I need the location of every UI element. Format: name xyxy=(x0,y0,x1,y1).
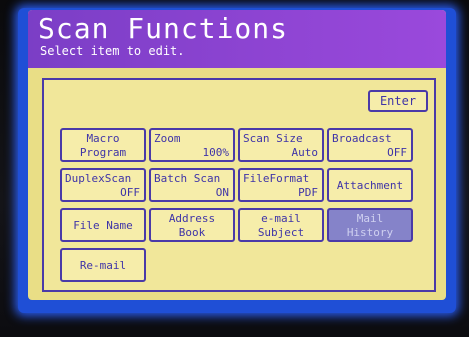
macro-program-button[interactable]: Macro Program xyxy=(60,128,146,162)
duplex-scan-label: DuplexScan xyxy=(65,172,132,185)
attachment-label: Attachment xyxy=(336,179,404,192)
file-name-label: File Name xyxy=(73,219,133,232)
file-format-label: FileFormat xyxy=(243,172,310,185)
macro-program-line2: Program xyxy=(79,146,127,159)
file-format-button[interactable]: FileFormat PDF xyxy=(238,168,324,202)
batch-scan-value: ON xyxy=(215,186,229,199)
touch-screen: Scan Functions Select item to edit. Ente… xyxy=(28,10,446,300)
zoom-label: Zoom xyxy=(154,132,181,145)
mail-history-line1: Mail xyxy=(356,212,384,225)
broadcast-button[interactable]: Broadcast OFF xyxy=(327,128,413,162)
attachment-button[interactable]: Attachment xyxy=(327,168,413,202)
address-book-button[interactable]: Address Book xyxy=(149,208,235,242)
email-subject-line2: Subject xyxy=(257,226,305,239)
page-subtitle: Select item to edit. xyxy=(40,44,185,58)
address-book-line1: Address xyxy=(168,212,216,225)
macro-program-line1: Macro xyxy=(86,132,120,145)
re-mail-button[interactable]: Re-mail xyxy=(60,248,146,282)
broadcast-value: OFF xyxy=(387,146,407,159)
duplex-scan-value: OFF xyxy=(120,186,140,199)
broadcast-label: Broadcast xyxy=(332,132,392,145)
scan-size-value: Auto xyxy=(291,146,319,159)
screen-header: Scan Functions Select item to edit. xyxy=(28,10,446,68)
scan-size-button[interactable]: Scan Size Auto xyxy=(238,128,324,162)
scan-size-label: Scan Size xyxy=(243,132,303,145)
file-name-button[interactable]: File Name xyxy=(60,208,146,242)
batch-scan-label: Batch Scan xyxy=(154,172,221,185)
email-subject-line1: e-mail xyxy=(261,212,301,225)
mail-history-button[interactable]: Mail History xyxy=(327,208,413,242)
re-mail-label: Re-mail xyxy=(79,259,127,272)
batch-scan-button[interactable]: Batch Scan ON xyxy=(149,168,235,202)
mail-history-line2: History xyxy=(346,226,394,239)
zoom-button[interactable]: Zoom 100% xyxy=(149,128,235,162)
email-subject-button[interactable]: e-mail Subject xyxy=(238,208,324,242)
enter-button[interactable]: Enter xyxy=(368,90,428,112)
address-book-line2: Book xyxy=(178,226,206,239)
zoom-value: 100% xyxy=(202,146,230,159)
duplex-scan-button[interactable]: DuplexScan OFF xyxy=(60,168,146,202)
file-format-value: PDF xyxy=(298,186,318,199)
page-title: Scan Functions xyxy=(38,12,289,45)
